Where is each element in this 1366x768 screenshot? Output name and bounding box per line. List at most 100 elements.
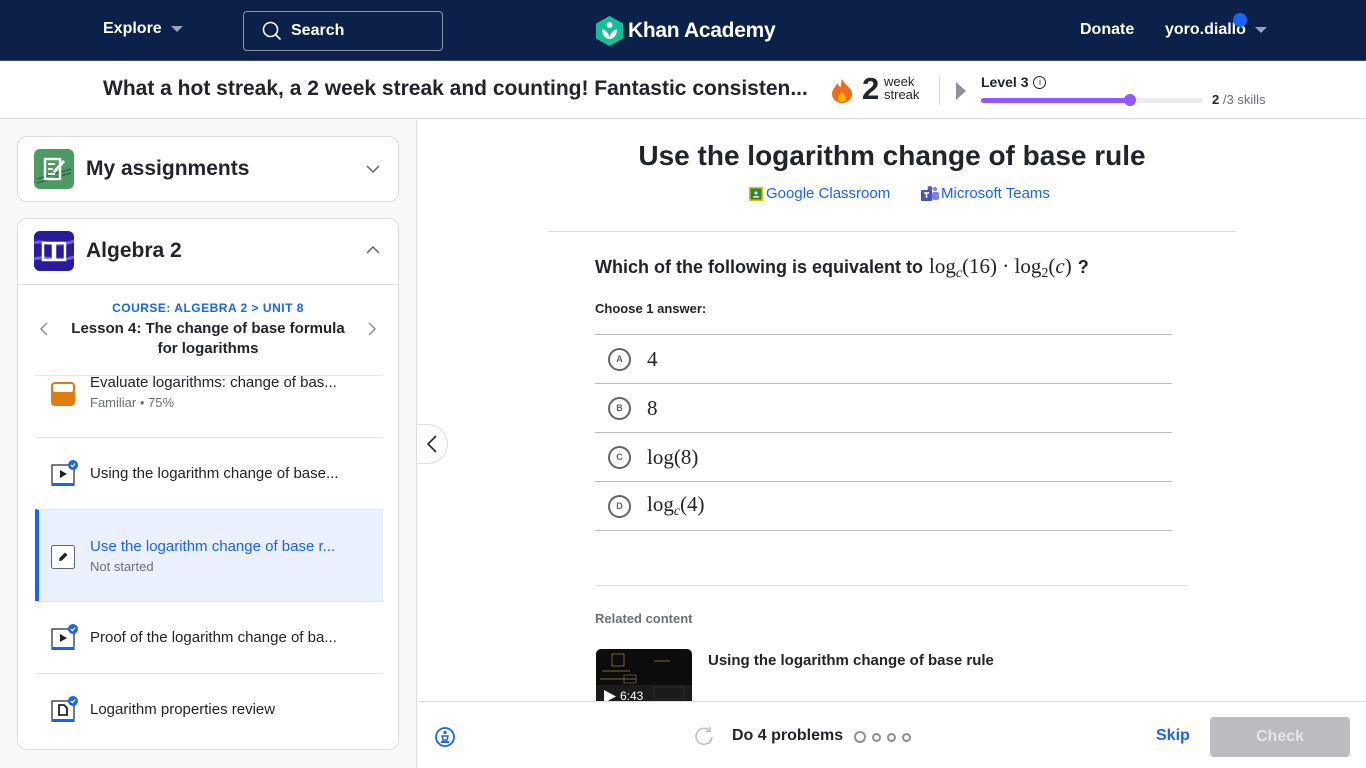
- list-item-active[interactable]: Use the logarithm change of base r... No…: [35, 509, 383, 601]
- divider: [18, 284, 398, 285]
- level-text: Level 3: [981, 74, 1029, 90]
- choice-text: 4: [647, 346, 658, 371]
- algebra-2-card: Algebra 2 COURSE: ALGEBRA 2 > UNIT 8 Les…: [17, 218, 399, 750]
- microsoft-teams-link[interactable]: Microsoft Teams: [921, 185, 1050, 202]
- item-status: Not started: [90, 558, 154, 574]
- accessibility-icon[interactable]: [435, 727, 455, 747]
- list-item[interactable]: Logarithm properties review: [35, 673, 383, 745]
- problem-dot: [887, 732, 896, 742]
- breadcrumb-unit[interactable]: UNIT 8: [263, 301, 304, 315]
- info-icon[interactable]: i: [1033, 75, 1047, 89]
- lesson-title: Lesson 4: The change of base formula for…: [71, 320, 345, 357]
- choice-text: log(8): [647, 444, 699, 469]
- choice-b[interactable]: B 8: [595, 384, 1172, 433]
- check-button[interactable]: Check: [1210, 717, 1350, 757]
- search-icon: [262, 21, 282, 41]
- streak-banner: What a hot streak, a 2 week streak and c…: [0, 62, 1366, 119]
- item-text: Evaluate logarithms: change of bas... Fa…: [90, 374, 337, 410]
- choice-text: 8: [647, 395, 658, 420]
- streak-count: 2: [862, 71, 880, 106]
- chevron-down-icon[interactable]: [366, 164, 380, 174]
- item-title: Use the logarithm change of base r...: [90, 537, 336, 555]
- divider: [595, 585, 1187, 586]
- streak-unit: week streak: [884, 75, 919, 101]
- list-item[interactable]: Evaluate logarithms: change of bas... Fa…: [35, 374, 383, 437]
- choice-d[interactable]: D logc(4): [595, 482, 1172, 531]
- duration-text: 6:43: [620, 689, 644, 701]
- sidebar: My assignments Algebra 2 COURSE: ALGEBRA…: [0, 120, 417, 768]
- article-complete-icon: [51, 696, 78, 722]
- list-item[interactable]: Using the logarithm change of base...: [35, 437, 383, 509]
- breadcrumb-course[interactable]: COURSE: ALGEBRA 2: [112, 301, 248, 315]
- choose-label: Choose 1 answer:: [595, 301, 707, 316]
- problem-dot: [854, 731, 866, 743]
- my-assignments-header: My assignments: [34, 149, 249, 189]
- expand-triangle-icon[interactable]: [956, 82, 966, 100]
- khan-logo-icon: [596, 16, 623, 46]
- choice-letter: B: [608, 396, 631, 420]
- level-progress-bar: [981, 94, 1203, 106]
- streak-unit-streak: streak: [884, 87, 920, 102]
- do-problems-label: Do 4 problems: [732, 727, 844, 744]
- choice-c[interactable]: C log(8): [595, 433, 1172, 482]
- algebra-2-header[interactable]: Algebra 2: [34, 231, 182, 271]
- choice-letter: A: [608, 347, 631, 371]
- mastery-familiar-icon: [51, 382, 75, 406]
- video-complete-icon: [51, 624, 78, 650]
- notification-dot: [1233, 13, 1247, 27]
- breadcrumb-separator: >: [251, 301, 260, 315]
- khan-academy-logo[interactable]: Khan Academy: [596, 16, 776, 46]
- related-content-label: Related content: [595, 611, 693, 626]
- explore-menu[interactable]: Explore: [103, 20, 183, 38]
- item-status: Familiar • 75%: [90, 395, 175, 410]
- item-title: Logarithm properties review: [90, 701, 276, 718]
- caret-down-icon: [1254, 27, 1267, 33]
- caret-down-icon: [170, 26, 183, 32]
- choice-a[interactable]: A 4: [595, 335, 1172, 384]
- choice-letter: D: [608, 494, 631, 518]
- exercise-pencil-icon: [51, 545, 75, 569]
- lesson-items-list: Evaluate logarithms: change of bas... Fa…: [35, 374, 383, 745]
- answer-choices: A 4 B 8 C log(8) D logc(4): [595, 334, 1172, 531]
- item-title: Proof of the logarithm change of ba...: [90, 629, 337, 646]
- skip-button[interactable]: Skip: [1156, 727, 1190, 745]
- user-menu[interactable]: yoro.diallo: [1165, 13, 1267, 39]
- course-title: Algebra 2: [86, 239, 182, 262]
- google-classroom-label: Google Classroom: [766, 185, 891, 202]
- problem-progress-dots: [854, 731, 917, 743]
- level-progress-knob: [1123, 94, 1136, 106]
- donate-link[interactable]: Donate: [1080, 21, 1134, 39]
- google-classroom-link[interactable]: Google Classroom: [749, 185, 890, 202]
- next-lesson-arrow[interactable]: [367, 322, 377, 336]
- exercise-title: Use the logarithm change of base rule: [638, 140, 1146, 171]
- chevron-up-icon[interactable]: [366, 245, 380, 255]
- question-prefix: Which of the following is equivalent to: [595, 257, 923, 277]
- logo-text: Khan Academy: [628, 19, 776, 42]
- play-icon: [604, 689, 616, 701]
- streak-message: What a hot streak, a 2 week streak and c…: [103, 77, 808, 100]
- course-book-icon: [34, 231, 74, 271]
- chevron-left-icon: [427, 435, 437, 453]
- my-assignments-title: My assignments: [86, 157, 250, 180]
- list-item[interactable]: Proof of the logarithm change of ba...: [35, 601, 383, 673]
- start-over-icon[interactable]: [694, 726, 714, 746]
- explore-label: Explore: [103, 20, 162, 37]
- related-video-thumbnail[interactable]: 6:43: [596, 649, 692, 701]
- my-assignments-card[interactable]: My assignments: [17, 136, 399, 202]
- previous-lesson-arrow[interactable]: [39, 322, 49, 336]
- breadcrumb: COURSE: ALGEBRA 2 > UNIT 8: [18, 301, 398, 315]
- video-complete-icon: [51, 460, 78, 486]
- skills-done: 2: [1212, 92, 1220, 107]
- skills-total: /3 skills: [1222, 92, 1266, 107]
- microsoft-teams-label: Microsoft Teams: [941, 185, 1050, 202]
- search-input[interactable]: Search: [243, 11, 443, 51]
- google-classroom-icon: [749, 186, 763, 201]
- skills-count: 2 /3 skills: [1212, 92, 1265, 107]
- choice-text-log-c: logc(4): [647, 492, 705, 519]
- problem-dot: [902, 732, 911, 742]
- problem-dot: [872, 732, 881, 742]
- video-duration: 6:43: [604, 689, 643, 701]
- flame-icon: [832, 79, 852, 103]
- search-placeholder: Search: [291, 22, 345, 39]
- related-video-title[interactable]: Using the logarithm change of base rule: [708, 652, 994, 669]
